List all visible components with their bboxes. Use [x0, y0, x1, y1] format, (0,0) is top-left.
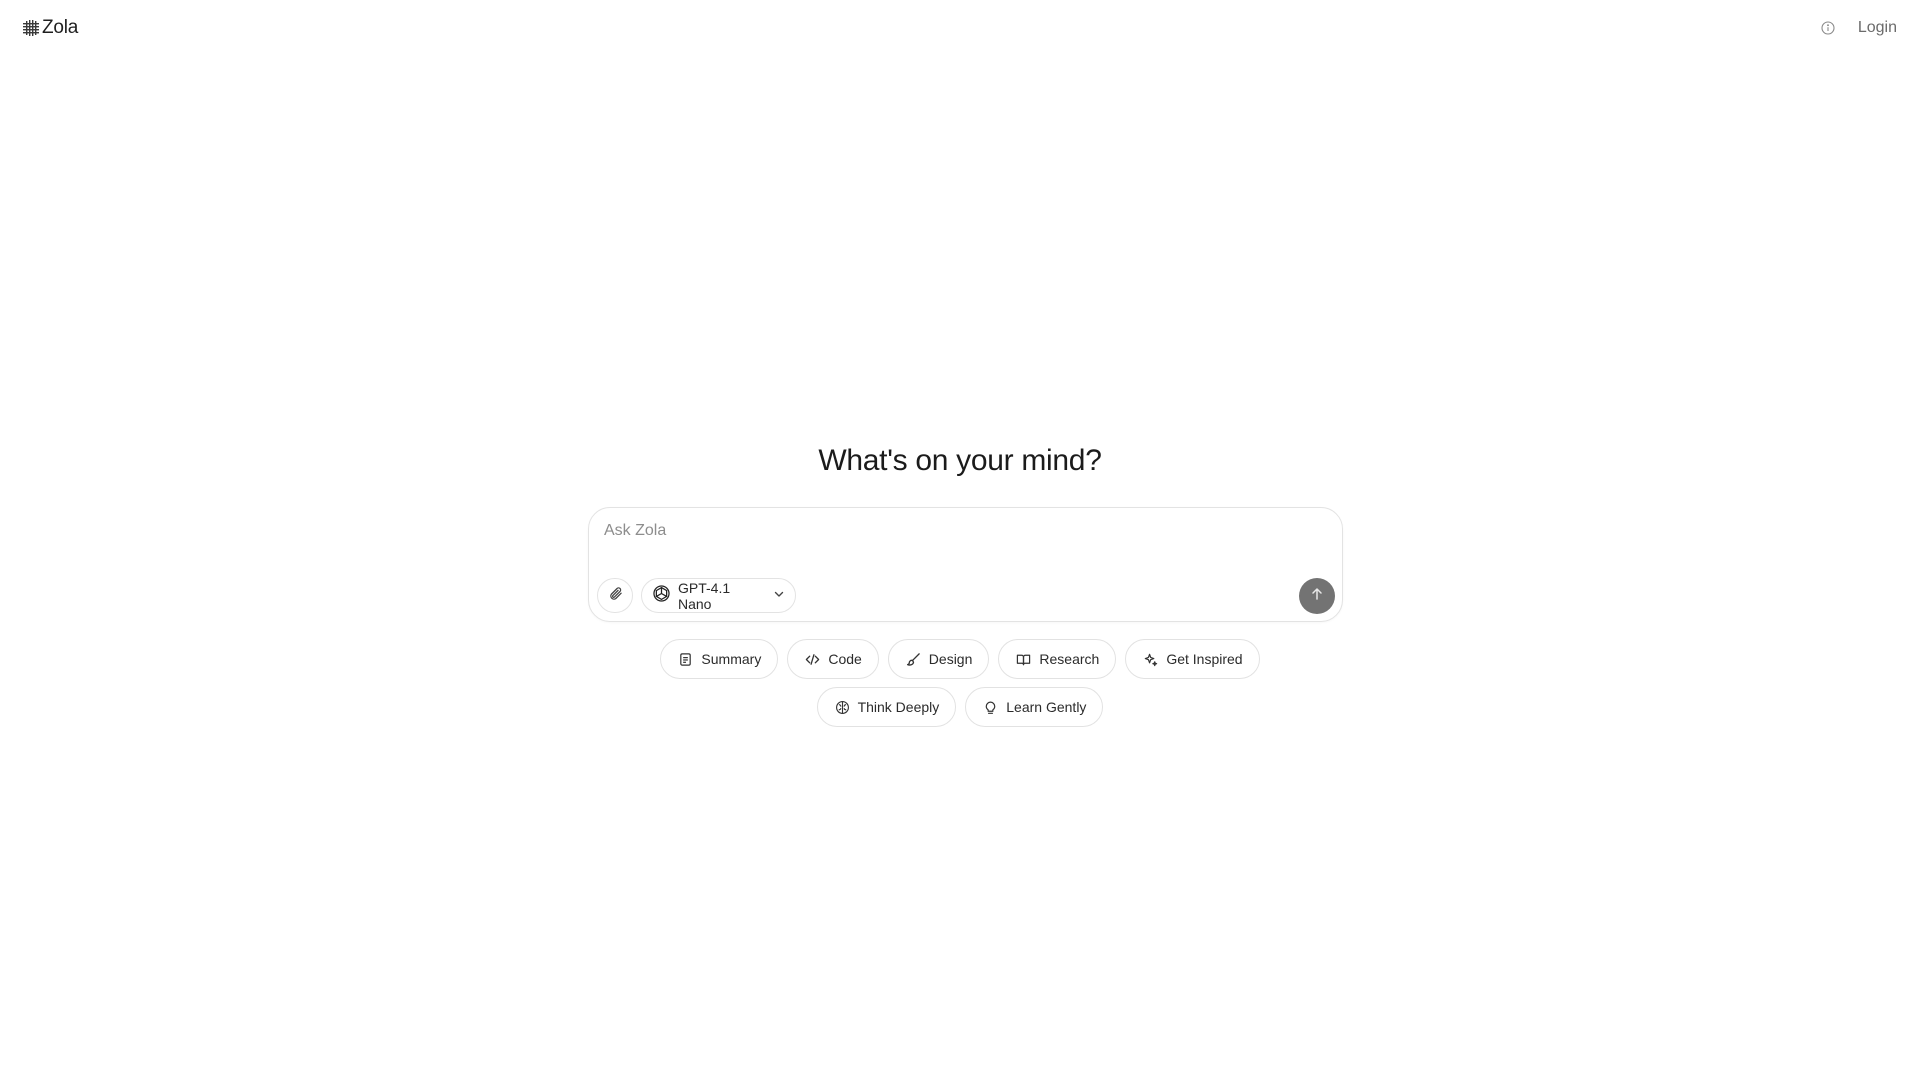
paperclip-icon — [608, 586, 623, 606]
brain-icon — [835, 700, 850, 715]
suggestion-label: Learn Gently — [1006, 699, 1087, 715]
page-headline: What's on your mind? — [818, 444, 1102, 477]
send-button[interactable] — [1299, 578, 1335, 614]
suggestion-label: Think Deeply — [857, 699, 940, 715]
suggestion-label: Design — [928, 651, 973, 667]
suggestion-learn-gently[interactable]: Learn Gently — [965, 687, 1104, 727]
suggestions-row-1: Summary Code Design Research Get Inspire… — [0, 639, 1920, 679]
suggestion-research[interactable]: Research — [998, 639, 1117, 679]
suggestion-code[interactable]: Code — [787, 639, 879, 679]
suggestion-label: Research — [1039, 651, 1100, 667]
chevron-down-icon — [773, 587, 785, 605]
suggestion-think-deeply[interactable]: Think Deeply — [816, 687, 957, 727]
code-icon — [805, 652, 820, 667]
suggestion-label: Get Inspired — [1166, 651, 1243, 667]
suggestion-get-inspired[interactable]: Get Inspired — [1125, 639, 1260, 679]
suggestion-design[interactable]: Design — [887, 639, 990, 679]
suggestions-row-2: Think Deeply Learn Gently — [0, 687, 1920, 727]
sparkle-icon — [1143, 652, 1158, 667]
suggestion-label: Code — [828, 651, 862, 667]
book-icon — [1016, 652, 1031, 667]
prompt-input[interactable] — [604, 522, 1324, 562]
document-icon — [678, 652, 693, 667]
openai-icon — [652, 584, 671, 608]
attach-button[interactable] — [597, 578, 633, 613]
arrow-up-icon — [1310, 587, 1324, 606]
suggestion-summary[interactable]: Summary — [660, 639, 779, 679]
lightbulb-icon — [983, 700, 998, 715]
model-selector[interactable]: GPT-4.1 Nano — [641, 578, 796, 613]
brush-icon — [906, 652, 921, 667]
model-label: GPT-4.1 Nano — [678, 579, 731, 612]
suggestion-label: Summary — [701, 651, 762, 667]
main-area: What's on your mind? GPT-4.1 Nano — [0, 0, 1920, 1080]
chat-composer: GPT-4.1 Nano — [588, 507, 1343, 622]
